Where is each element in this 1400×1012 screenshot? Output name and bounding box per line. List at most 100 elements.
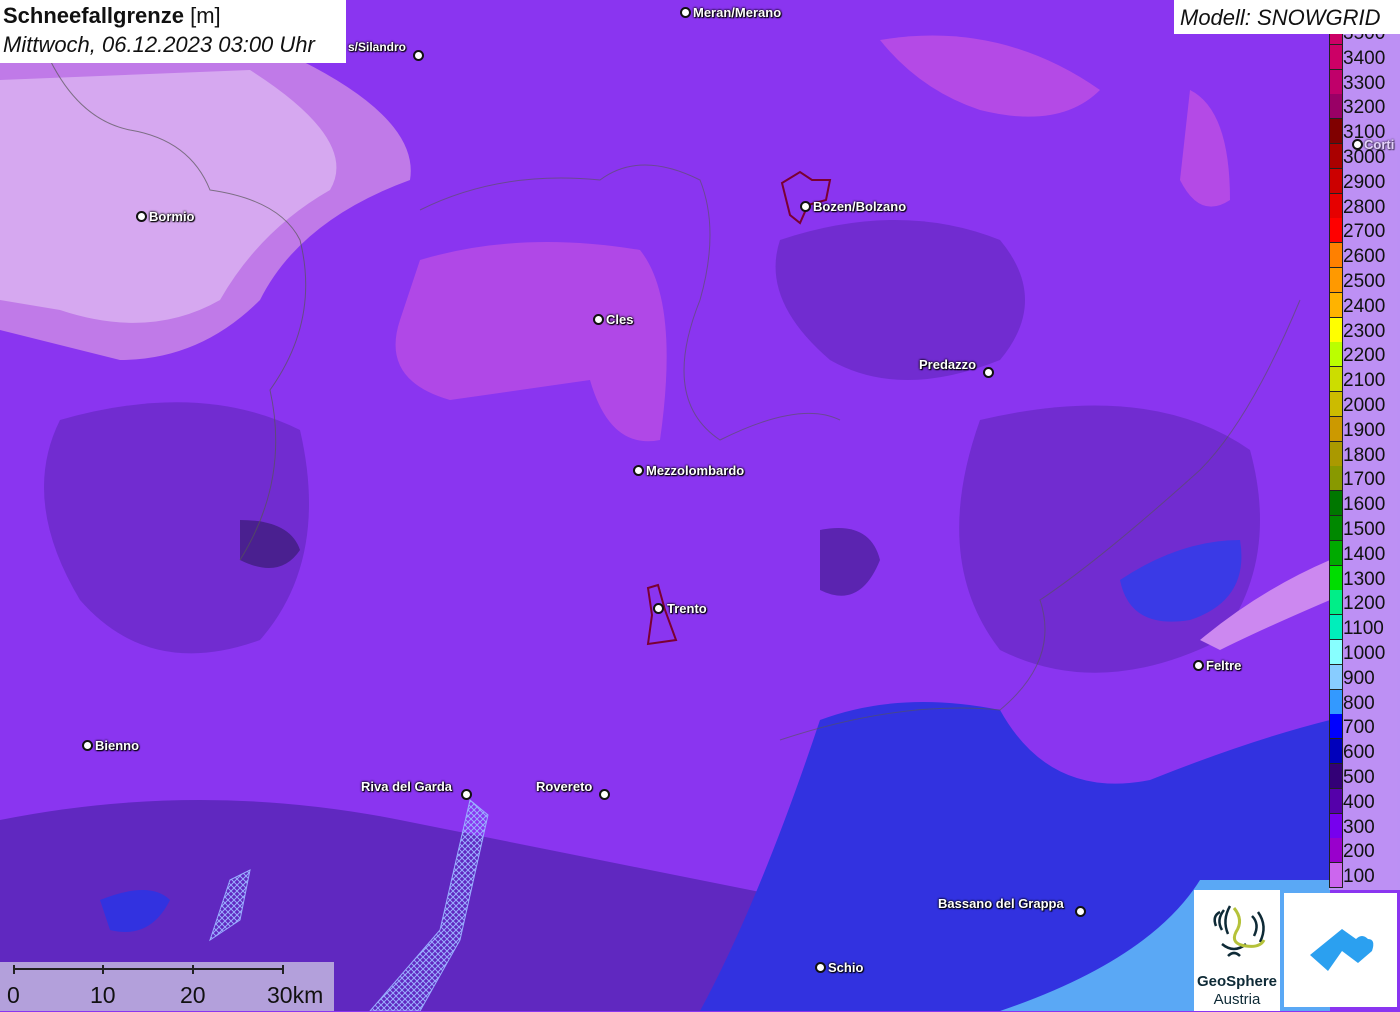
legend-swatch: [1329, 615, 1343, 641]
legend-entry: 2800: [1329, 193, 1400, 219]
city-marker: [1193, 660, 1204, 671]
legend-entry: 300: [1329, 813, 1400, 839]
scale-bar: 0 10 20 30km: [0, 962, 334, 1011]
legend-swatch: [1329, 416, 1343, 442]
map-datetime: Mittwoch, 06.12.2023 03:00 Uhr: [3, 32, 315, 57]
legend-label: 100: [1343, 866, 1375, 888]
city-label[interactable]: Bozen/Bolzano: [813, 199, 906, 214]
legend-entry: 900: [1329, 664, 1400, 690]
legend-swatch: [1329, 119, 1343, 145]
city-marker: [633, 465, 644, 476]
city-marker: [800, 201, 811, 212]
scale-label: 20: [180, 982, 206, 1008]
legend-swatch: [1329, 466, 1343, 492]
legend-entry: 600: [1329, 739, 1400, 765]
city-label[interactable]: Rovereto: [536, 779, 592, 794]
legend-entry: 3200: [1329, 94, 1400, 120]
city-label[interactable]: Bassano del Grappa: [938, 896, 1064, 911]
city-label[interactable]: s/Silandro: [348, 40, 406, 54]
city-label[interactable]: Mezzolombardo: [646, 463, 744, 478]
legend-entry: 2600: [1329, 243, 1400, 269]
model-box: Modell: SNOWGRID: [1174, 0, 1400, 34]
legend-label: 2200: [1343, 345, 1386, 367]
city-label[interactable]: Meran/Merano: [693, 5, 781, 20]
legend-swatch: [1329, 838, 1343, 864]
city-label[interactable]: Feltre: [1206, 658, 1241, 673]
legend-entry: 2200: [1329, 342, 1400, 368]
legend-label: 1500: [1343, 519, 1386, 540]
legend-swatch: [1329, 689, 1343, 715]
legend-swatch: [1329, 218, 1343, 244]
city-marker: [136, 211, 147, 222]
legend-entry: 1500: [1329, 516, 1400, 541]
legend-entry: 2100: [1329, 367, 1400, 393]
legend-entry: 1200: [1329, 590, 1400, 616]
city-marker: [413, 50, 424, 61]
legend-swatch: [1329, 69, 1343, 95]
legend-swatch: [1329, 714, 1343, 740]
legend-label: 3500: [1343, 34, 1385, 45]
legend-entry: 1700: [1329, 466, 1400, 492]
city-marker: [461, 789, 472, 800]
legend-entry: 3500: [1329, 34, 1400, 45]
legend-swatch: [1329, 367, 1343, 393]
legend-label: 1600: [1343, 494, 1386, 516]
geosphere-austria-logo[interactable]: GeoSphere Austria: [1194, 890, 1280, 1011]
scale-label: 30km: [267, 982, 324, 1008]
legend-label: 1200: [1343, 593, 1386, 615]
legend-label: 3400: [1343, 47, 1386, 69]
legend-swatch: [1329, 516, 1343, 541]
legend-entry: 2300: [1329, 317, 1400, 343]
city-marker: [680, 7, 691, 18]
legend-label: 2400: [1343, 295, 1386, 317]
legend-label: 1800: [1343, 444, 1386, 466]
city-label[interactable]: Bienno: [95, 738, 139, 753]
legend-swatch: [1329, 342, 1343, 368]
city-marker: [82, 740, 93, 751]
legend-entry: 2900: [1329, 168, 1400, 194]
legend-entry: 2700: [1329, 218, 1400, 244]
title-box: Schneefallgrenze [m] Mittwoch, 06.12.202…: [0, 0, 346, 63]
city-label[interactable]: Bormio: [149, 209, 195, 224]
legend-label: 700: [1343, 717, 1375, 739]
legend-entry: 1400: [1329, 540, 1400, 566]
legend-entry: 3400: [1329, 44, 1400, 70]
snowgrid-logo[interactable]: [1284, 893, 1397, 1007]
austria-text: Austria: [1213, 991, 1261, 1008]
legend-label: 2100: [1343, 370, 1386, 392]
legend-swatch: [1329, 44, 1343, 70]
mountain-cloud-icon: [1310, 929, 1374, 971]
snowfall-line-map[interactable]: [0, 0, 1400, 1011]
legend-swatch: [1329, 34, 1343, 45]
city-label[interactable]: Predazzo: [919, 357, 976, 372]
legend-swatch: [1329, 640, 1343, 665]
city-label[interactable]: Corti: [1364, 137, 1394, 152]
city-marker: [815, 962, 826, 973]
city-label[interactable]: Trento: [667, 601, 707, 616]
legend-swatch: [1329, 491, 1343, 517]
city-label[interactable]: Cles: [606, 312, 633, 327]
legend-label: 2600: [1343, 246, 1386, 268]
legend-label: 2700: [1343, 221, 1386, 243]
legend-entry: 1600: [1329, 491, 1400, 517]
legend-swatch: [1329, 540, 1343, 566]
legend-label: 1400: [1343, 543, 1386, 565]
legend-label: 500: [1343, 767, 1375, 788]
legend-label: 3300: [1343, 72, 1386, 94]
legend-label: 2300: [1343, 320, 1386, 342]
legend-label: 2500: [1343, 271, 1386, 292]
city-label[interactable]: Riva del Garda: [361, 779, 452, 794]
title-text: Schneefallgrenze: [3, 3, 184, 28]
scale-label: 0: [7, 982, 20, 1008]
legend-entry: 800: [1329, 689, 1400, 715]
legend-swatch: [1329, 565, 1343, 591]
city-label[interactable]: Schio: [828, 960, 863, 975]
geosphere-text: GeoSphere: [1196, 973, 1278, 990]
legend-label: 3200: [1343, 97, 1386, 119]
model-label: Modell: SNOWGRID: [1180, 5, 1381, 30]
legend-label: 2900: [1343, 171, 1386, 193]
legend-label: 600: [1343, 742, 1375, 764]
legend-label: 1900: [1343, 419, 1386, 441]
legend-swatch: [1329, 94, 1343, 120]
geosphere-emblem-icon: [1213, 905, 1266, 957]
